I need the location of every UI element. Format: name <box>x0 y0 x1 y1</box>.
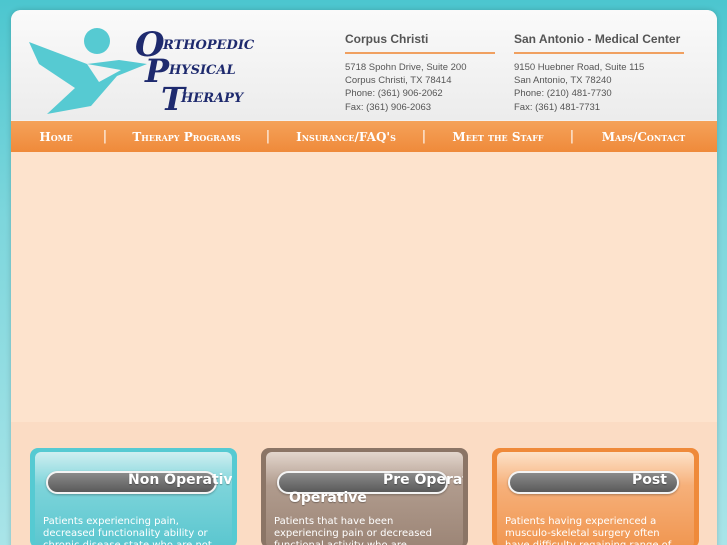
nav-separator: | <box>102 129 108 144</box>
location-divider <box>345 52 495 54</box>
location-fax: Fax: (361) 906-2063 <box>345 101 432 113</box>
site-header: O P T RTHOPEDIC HYSICAL HERAPY Corpus Ch… <box>11 10 717 120</box>
card-title[interactable]: Post <box>632 471 667 489</box>
location-phone: Phone: (210) 481-7730 <box>514 88 612 100</box>
location-citystate: Corpus Christi, TX 78414 <box>345 75 452 87</box>
logo-figure-head-icon <box>84 28 110 54</box>
logo-figure-body-icon <box>29 42 147 114</box>
card-title-overflow: Operative <box>289 490 367 506</box>
location-address: 5718 Spohn Drive, Suite 200 <box>345 62 467 73</box>
logo-word-therapy: HERAPY <box>180 91 245 106</box>
nav-meet-the-staff[interactable]: Meet the Staff <box>428 130 568 144</box>
main-nav: Home | Therapy Programs | Insurance/FAQ'… <box>11 121 717 152</box>
location-san-antonio: San Antonio - Medical Center 9150 Huebne… <box>514 32 684 114</box>
card-post-operative[interactable]: Post Patients having experienced a muscu… <box>492 448 699 545</box>
location-divider <box>514 52 684 54</box>
nav-therapy-programs[interactable]: Therapy Programs <box>109 130 264 144</box>
nav-maps-contact[interactable]: Maps/Contact <box>576 130 711 144</box>
card-title[interactable]: Non Operative <box>128 471 232 489</box>
card-description: Patients having experienced a musculo-sk… <box>505 516 671 545</box>
location-address: 9150 Huebner Road, Suite 115 <box>514 62 645 73</box>
opt-logo[interactable]: O P T RTHOPEDIC HYSICAL HERAPY <box>29 24 259 114</box>
card-description: Patients experiencing pain, decreased fu… <box>43 516 212 545</box>
card-title[interactable]: Pre Operative <box>383 471 463 489</box>
logo-word-physical: HYSICAL <box>168 63 236 78</box>
nav-separator: | <box>569 129 575 144</box>
location-phone: Phone: (361) 906-2062 <box>345 88 443 100</box>
nav-home[interactable]: Home <box>11 130 101 144</box>
location-fax: Fax: (361) 481-7731 <box>514 101 601 113</box>
card-non-operative[interactable]: Non Operative Patients experiencing pain… <box>30 448 237 545</box>
hero-banner <box>11 152 717 422</box>
location-city: Corpus Christi <box>345 32 429 46</box>
nav-separator: | <box>421 129 427 144</box>
nav-separator: | <box>265 129 271 144</box>
logo-word-orthopedic: RTHOPEDIC <box>162 38 255 53</box>
location-corpus-christi: Corpus Christi 5718 Spohn Drive, Suite 2… <box>345 32 495 114</box>
card-pre-operative[interactable]: Pre Operative Operative Patients that ha… <box>261 448 468 545</box>
location-citystate: San Antonio, TX 78240 <box>514 75 612 87</box>
nav-insurance-faqs[interactable]: Insurance/FAQ's <box>272 130 420 144</box>
card-description: Patients that have been experiencing pai… <box>274 516 432 545</box>
location-city: San Antonio - Medical Center <box>514 32 681 46</box>
